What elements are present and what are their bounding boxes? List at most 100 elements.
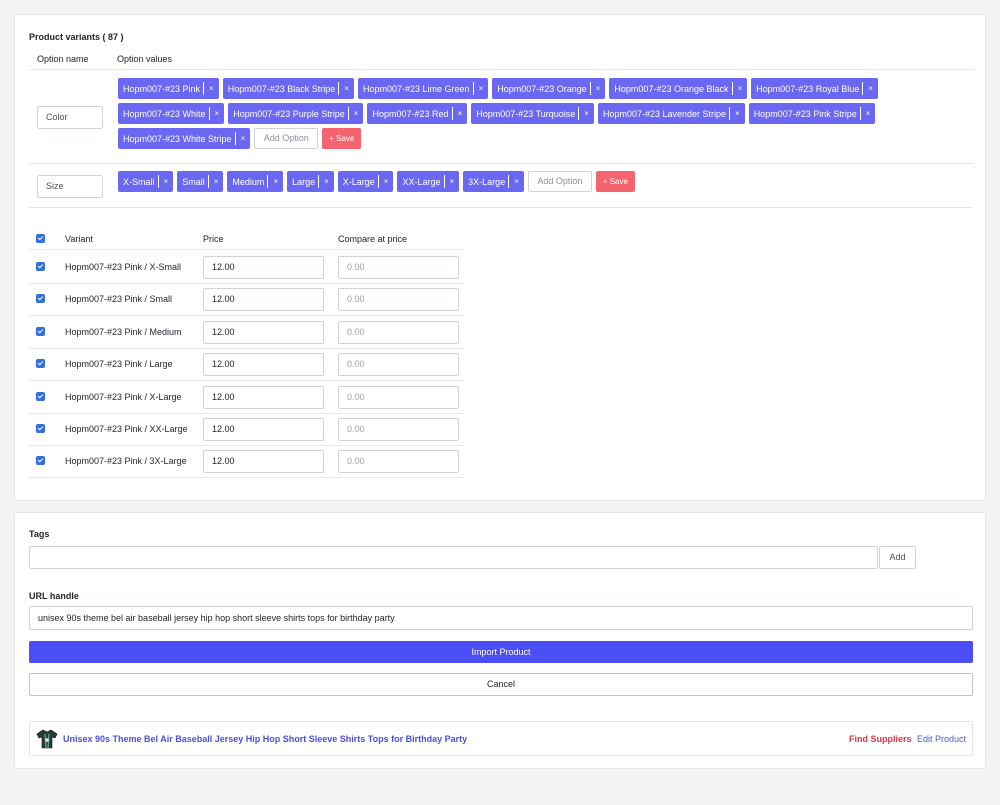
size-value-chip: Large × xyxy=(287,171,334,192)
variant-checkbox[interactable] xyxy=(36,294,45,304)
remove-value-icon[interactable]: × xyxy=(209,84,214,93)
variant-checkbox[interactable] xyxy=(36,391,45,401)
chip-label: Hopm007-#23 Turquoise xyxy=(476,108,576,119)
chip-separator xyxy=(234,132,236,145)
remove-value-icon[interactable]: × xyxy=(241,134,246,143)
remove-value-icon[interactable]: × xyxy=(584,109,589,118)
add-option-input[interactable]: Add Option xyxy=(527,171,592,192)
import-product-button[interactable]: Import Product xyxy=(29,641,973,663)
color-values-list: Hopm007-#23 Pink × Hopm007-#23 Black Strip… xyxy=(118,78,918,149)
add-option-input[interactable]: Add Option xyxy=(254,128,319,149)
compare-price-input[interactable]: 0.00 xyxy=(338,256,459,279)
variant-name: Hopm007-#23 Pink / XX-Large xyxy=(65,424,188,434)
tags-input[interactable] xyxy=(29,546,878,569)
remove-value-icon[interactable]: × xyxy=(514,177,519,186)
variant-checkbox[interactable] xyxy=(36,359,45,369)
variant-column-header: Variant xyxy=(65,234,93,244)
cancel-button[interactable]: Cancel xyxy=(29,673,973,696)
chip-label: Hopm007-#23 Purple Stripe xyxy=(233,108,345,119)
variant-row: Hopm007-#23 Pink / XX-Large 12.00 0.00 xyxy=(29,413,479,446)
edit-product-link[interactable]: Edit Product xyxy=(917,722,966,756)
add-tag-button[interactable]: Add xyxy=(879,546,916,569)
compare-price-input[interactable]: 0.00 xyxy=(338,385,459,409)
price-column-header: Price xyxy=(203,234,224,244)
price-input[interactable]: 12.00 xyxy=(203,320,324,344)
remove-value-icon[interactable]: × xyxy=(450,177,455,186)
chip-separator xyxy=(578,107,580,120)
find-suppliers-link[interactable]: Find Suppliers xyxy=(849,722,912,756)
variant-checkbox[interactable] xyxy=(36,326,45,336)
compare-price-column-header: Compare at price xyxy=(338,234,408,244)
chip-separator xyxy=(508,175,510,188)
remove-value-icon[interactable]: × xyxy=(738,84,743,93)
color-value-chip: Hopm007-#23 Turquoise × xyxy=(471,103,594,124)
url-handle-input[interactable]: unisex 90s theme bel air baseball jersey… xyxy=(29,606,973,630)
color-value-chip: Hopm007-#23 Purple Stripe × xyxy=(228,103,364,124)
select-all-checkbox[interactable] xyxy=(36,234,45,243)
remove-value-icon[interactable]: × xyxy=(354,109,359,118)
remove-value-icon[interactable]: × xyxy=(596,84,601,93)
size-values-list: X-Small × Small × Medium × Large × X-Large × XX-La… xyxy=(118,171,918,192)
variant-row: Hopm007-#23 Pink / 3X-Large 12.00 0.00 xyxy=(29,445,479,479)
color-value-chip: Hopm007-#23 Red × xyxy=(367,103,468,124)
save-option-button[interactable]: + Save xyxy=(595,171,635,192)
product-variants-card: Product variants ( 87 ) Option name Opti… xyxy=(14,14,986,501)
remove-value-icon[interactable]: × xyxy=(344,84,349,93)
remove-value-icon[interactable]: × xyxy=(458,109,463,118)
remove-value-icon[interactable]: × xyxy=(324,177,329,186)
size-value-chip: X-Small × xyxy=(118,171,174,192)
product-name-link[interactable]: Unisex 90s Theme Bel Air Baseball Jersey… xyxy=(63,722,467,756)
chip-label: Medium xyxy=(232,176,265,187)
price-input[interactable]: 12.00 xyxy=(203,418,324,441)
chip-label: XX-Large xyxy=(402,176,441,187)
option-name-color-field[interactable]: Color xyxy=(37,106,103,129)
compare-price-input[interactable]: 0.00 xyxy=(338,353,459,377)
remove-value-icon[interactable]: × xyxy=(866,109,871,118)
chip-label: Hopm007-#23 Red xyxy=(372,108,449,119)
remove-value-icon[interactable]: × xyxy=(479,84,484,93)
import-card: Tags Add URL handle unisex 90s theme bel… xyxy=(14,512,986,769)
chip-label: Hopm007-#23 Black Stripe xyxy=(227,83,336,94)
remove-value-icon[interactable]: × xyxy=(735,109,740,118)
remove-value-icon[interactable]: × xyxy=(384,177,389,186)
remove-value-icon[interactable]: × xyxy=(214,177,219,186)
variant-checkbox[interactable] xyxy=(36,424,45,433)
price-input[interactable]: 12.00 xyxy=(203,288,324,312)
variant-checkbox[interactable] xyxy=(36,262,45,271)
size-value-chip: Medium × xyxy=(227,171,284,192)
price-input[interactable]: 12.00 xyxy=(203,353,324,377)
color-value-chip: Hopm007-#23 White × xyxy=(118,103,225,124)
variant-checkbox[interactable] xyxy=(36,456,45,466)
size-value-chip: X-Large × xyxy=(337,171,394,192)
remove-value-icon[interactable]: × xyxy=(868,84,873,93)
variant-row: Hopm007-#23 Pink / X-Small 12.00 0.00 xyxy=(29,251,479,284)
compare-price-input[interactable]: 0.00 xyxy=(338,288,459,312)
remove-value-icon[interactable]: × xyxy=(215,109,220,118)
chip-separator xyxy=(859,107,861,120)
chip-separator xyxy=(347,107,349,120)
color-value-chip: Hopm007-#23 Black Stripe × xyxy=(222,78,354,99)
color-value-chip: Hopm007-#23 Orange Black × xyxy=(609,78,748,99)
price-input[interactable]: 12.00 xyxy=(203,256,324,279)
chip-separator xyxy=(267,175,269,188)
option-values-header: Option values xyxy=(117,54,173,64)
color-value-chip: Hopm007-#23 White Stripe × xyxy=(118,128,251,149)
remove-value-icon[interactable]: × xyxy=(273,177,278,186)
color-value-chip: Hopm007-#23 Orange × xyxy=(492,78,606,99)
price-input[interactable]: 12.00 xyxy=(203,385,324,409)
chip-separator xyxy=(451,107,453,120)
variant-name: Hopm007-#23 Pink / 3X-Large xyxy=(65,456,187,467)
variant-row: Hopm007-#23 Pink / Large 12.00 0.00 xyxy=(29,348,479,382)
option-name-size-field[interactable]: Size xyxy=(37,175,103,198)
chip-label: Hopm007-#23 White xyxy=(123,108,206,119)
price-input[interactable]: 12.00 xyxy=(203,450,324,474)
variant-name: Hopm007-#23 Pink / Large xyxy=(65,359,173,370)
chip-label: Hopm007-#23 Lavender Stripe xyxy=(602,108,727,119)
compare-price-input[interactable]: 0.00 xyxy=(338,418,459,441)
remove-value-icon[interactable]: × xyxy=(164,177,169,186)
size-value-chip: 3X-Large × xyxy=(463,171,524,192)
save-option-button[interactable]: + Save xyxy=(322,128,362,149)
compare-price-input[interactable]: 0.00 xyxy=(338,320,459,344)
compare-price-input[interactable]: 0.00 xyxy=(338,450,459,474)
color-value-chip: Hopm007-#23 Lime Green × xyxy=(357,78,489,99)
